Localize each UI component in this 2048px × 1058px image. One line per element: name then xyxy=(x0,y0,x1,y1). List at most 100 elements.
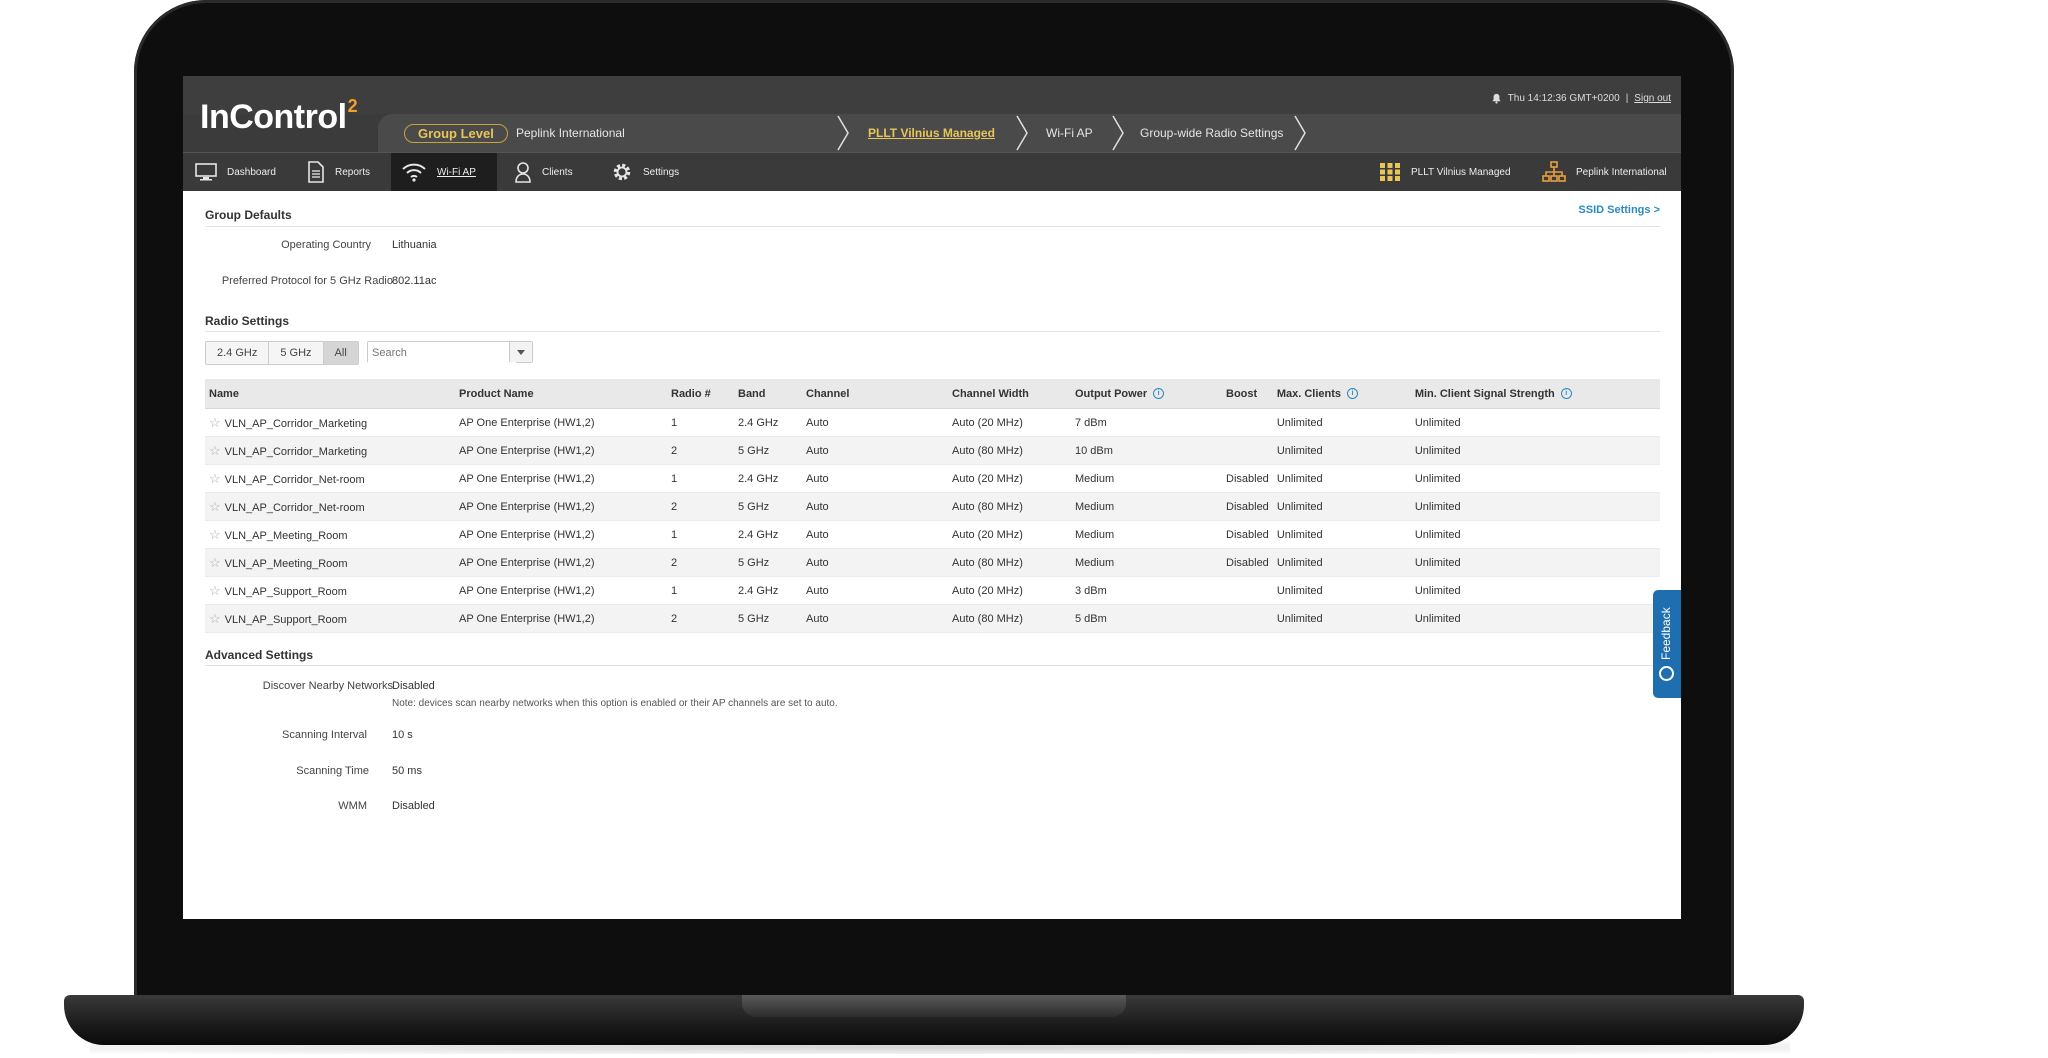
boost-cell: Disabled xyxy=(1222,492,1273,521)
star-icon[interactable]: ☆ xyxy=(209,611,221,626)
star-icon[interactable]: ☆ xyxy=(209,555,221,570)
radio-cell: 1 xyxy=(667,520,734,549)
product-cell: AP One Enterprise (HW1,2) xyxy=(455,436,667,465)
nav-reports[interactable]: Reports xyxy=(297,153,380,191)
max-clients-cell: Unlimited xyxy=(1272,408,1411,437)
radio-cell: 2 xyxy=(667,548,734,577)
radio-settings-title: Radio Settings xyxy=(205,314,290,328)
ap-name: VLN_AP_Meeting_Room xyxy=(224,529,348,542)
row-name-cell: ☆ VLN_AP_Support_Room xyxy=(205,576,455,605)
group-level-badge[interactable]: Group Level xyxy=(404,124,508,143)
col-product-name[interactable]: Product Name xyxy=(455,379,667,409)
channel-cell: Auto xyxy=(802,520,948,549)
width-cell: Auto (80 MHz) xyxy=(948,492,1071,521)
power-cell: Medium xyxy=(1071,464,1222,493)
wmm-value: Disabled xyxy=(392,800,435,812)
radio-cell: 2 xyxy=(667,436,734,465)
breadcrumb-group[interactable]: PLLT Vilnius Managed xyxy=(868,114,995,152)
star-icon[interactable]: ☆ xyxy=(209,499,221,514)
filter-all-button[interactable]: All xyxy=(323,342,358,364)
nav-org-switch[interactable]: Peplink International xyxy=(1532,153,1677,191)
breadcrumb-section[interactable]: Wi-Fi AP xyxy=(1046,114,1093,152)
feedback-tab[interactable]: Feedback xyxy=(1653,590,1681,698)
nav-wifi-ap[interactable]: Wi-Fi AP xyxy=(391,153,497,191)
search-input[interactable] xyxy=(368,342,516,364)
incontrol-logo[interactable]: InControl2 xyxy=(200,96,358,137)
divider xyxy=(205,665,1660,666)
row-name-cell: ☆ VLN_AP_Meeting_Room xyxy=(205,520,455,549)
col-boost[interactable]: Boost xyxy=(1222,379,1273,409)
info-icon[interactable]: i xyxy=(1560,388,1572,400)
star-icon[interactable]: ☆ xyxy=(209,443,221,458)
scanning-time-value: 50 ms xyxy=(392,765,422,777)
divider xyxy=(205,226,1660,227)
filter-5ghz-button[interactable]: 5 GHz xyxy=(269,342,324,364)
nav-settings-label: Settings xyxy=(643,166,680,178)
star-icon[interactable]: ☆ xyxy=(209,415,221,430)
max-clients-cell: Unlimited xyxy=(1272,604,1411,633)
ssid-settings-link[interactable]: SSID Settings > xyxy=(1578,204,1660,216)
power-cell: 5 dBm xyxy=(1071,604,1222,633)
col-name[interactable]: Name xyxy=(205,379,455,409)
product-cell: AP One Enterprise (HW1,2) xyxy=(455,576,667,605)
filter-2-4ghz-button[interactable]: 2.4 GHz xyxy=(206,342,270,364)
max-clients-cell: Unlimited xyxy=(1272,576,1411,605)
table-row[interactable]: ☆ VLN_AP_Corridor_Net-room AP One Enterpr… xyxy=(205,464,1660,493)
col-max-clients-label: Max. Clients xyxy=(1276,387,1341,400)
nav-clients[interactable]: Clients xyxy=(504,153,583,191)
row-name-cell: ☆ VLN_AP_Support_Room xyxy=(205,604,455,633)
power-cell: Medium xyxy=(1071,492,1222,521)
min-signal-cell: Unlimited xyxy=(1410,408,1660,437)
col-radio[interactable]: Radio # xyxy=(667,379,734,409)
nav-settings[interactable]: Settings xyxy=(601,153,689,191)
sign-out-link[interactable]: Sign out xyxy=(1634,93,1671,104)
channel-cell: Auto xyxy=(802,492,948,521)
table-row[interactable]: ☆ VLN_AP_Meeting_Room AP One Enterprise (… xyxy=(205,548,1660,577)
breadcrumb-org[interactable]: Peplink International xyxy=(516,114,625,152)
chevron-down-icon[interactable] xyxy=(509,342,532,362)
power-cell: 7 dBm xyxy=(1071,408,1222,437)
col-channel[interactable]: Channel xyxy=(802,379,948,409)
star-icon[interactable]: ☆ xyxy=(209,583,221,598)
info-icon[interactable]: i xyxy=(1347,388,1358,400)
band-cell: 2.4 GHz xyxy=(734,408,802,437)
max-clients-cell: Unlimited xyxy=(1272,464,1411,493)
power-cell: 3 dBm xyxy=(1071,576,1222,605)
table-row[interactable]: ☆ VLN_AP_Corridor_Marketing AP One Enterp… xyxy=(205,408,1660,437)
nav-group-switch[interactable]: PLLT Vilnius Managed xyxy=(1369,153,1521,191)
nav-dashboard[interactable]: Dashboard xyxy=(185,153,286,191)
system-info: Thu 14:12:36 GMT+0200 | Sign out xyxy=(1491,93,1671,104)
operating-country-value: Lithuania xyxy=(392,239,437,251)
bell-icon[interactable] xyxy=(1491,93,1502,104)
col-channel-width[interactable]: Channel Width xyxy=(948,379,1071,409)
gear-icon xyxy=(613,163,631,181)
star-icon[interactable]: ☆ xyxy=(209,527,221,542)
table-row[interactable]: ☆ VLN_AP_Corridor_Net-room AP One Enterpr… xyxy=(205,492,1660,521)
table-row[interactable]: ☆ VLN_AP_Meeting_Room AP One Enterprise (… xyxy=(205,520,1660,549)
table-row[interactable]: ☆ VLN_AP_Support_Room AP One Enterprise (… xyxy=(205,604,1660,633)
col-min-signal[interactable]: Min. Client Signal Strength i xyxy=(1410,379,1660,409)
table-row[interactable]: ☆ VLN_AP_Support_Room AP One Enterprise (… xyxy=(205,576,1660,605)
boost-cell xyxy=(1222,408,1273,437)
ap-name: VLN_AP_Corridor_Net-room xyxy=(224,501,365,514)
row-name-cell: ☆ VLN_AP_Corridor_Marketing xyxy=(205,436,455,465)
nav-wifi-ap-label: Wi-Fi AP xyxy=(437,166,476,178)
row-name-cell: ☆ VLN_AP_Corridor_Net-room xyxy=(205,464,455,493)
col-band[interactable]: Band xyxy=(734,379,802,409)
col-output-power-label: Output Power xyxy=(1075,387,1148,400)
star-icon[interactable]: ☆ xyxy=(209,471,221,486)
nav-org-switch-label: Peplink International xyxy=(1576,166,1667,178)
scanning-interval-value: 10 s xyxy=(392,729,413,741)
power-cell: Medium xyxy=(1071,548,1222,577)
width-cell: Auto (80 MHz) xyxy=(948,604,1071,633)
width-cell: Auto (80 MHz) xyxy=(948,436,1071,465)
col-max-clients[interactable]: Max. Clients i xyxy=(1272,379,1411,409)
nav-dashboard-label: Dashboard xyxy=(227,166,276,178)
col-output-power[interactable]: Output Power i xyxy=(1071,379,1222,409)
user-icon xyxy=(515,162,531,183)
table-row[interactable]: ☆ VLN_AP_Corridor_Marketing AP One Enterp… xyxy=(205,436,1660,465)
info-icon[interactable]: i xyxy=(1153,388,1165,400)
band-cell: 5 GHz xyxy=(734,604,802,633)
max-clients-cell: Unlimited xyxy=(1272,436,1411,465)
product-cell: AP One Enterprise (HW1,2) xyxy=(455,520,667,549)
